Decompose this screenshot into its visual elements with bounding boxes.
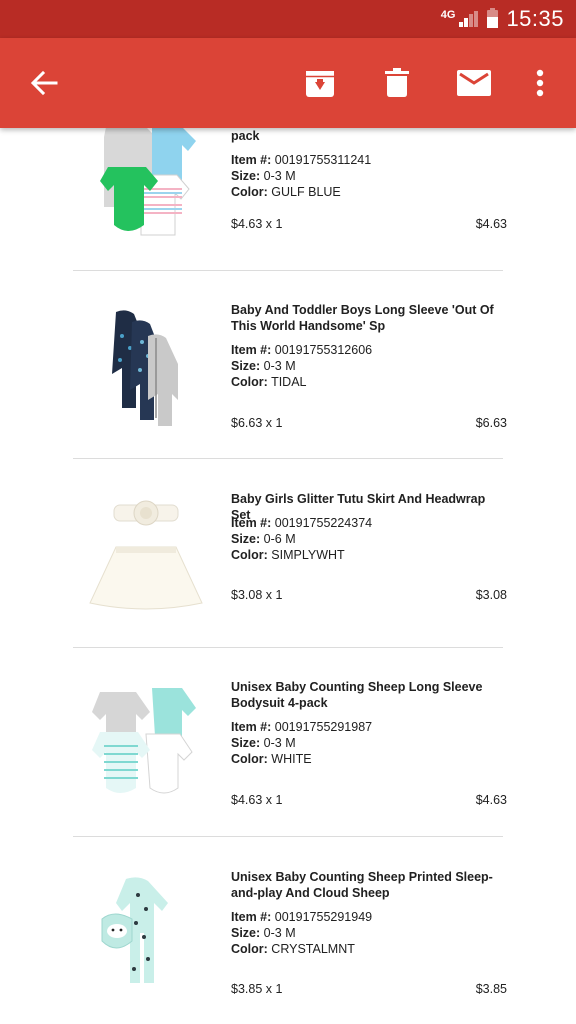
delete-icon[interactable] bbox=[370, 56, 424, 110]
product-name: Unisex Baby Counting Sheep Long Sleeve B… bbox=[231, 680, 483, 710]
unit-price: $4.63 x 1 bbox=[231, 793, 283, 807]
product-image bbox=[86, 684, 206, 804]
size-row: Size: 0-3 M bbox=[231, 736, 296, 750]
unit-price: $6.63 x 1 bbox=[231, 416, 283, 430]
archive-icon[interactable] bbox=[293, 56, 347, 110]
item-number-row: Item #: 00191755291987 bbox=[231, 720, 373, 734]
line-total: $3.08 bbox=[475, 588, 507, 602]
order-item: Unisex Baby Counting Sheep Printed Sleep… bbox=[0, 837, 576, 1024]
line-total: $6.63 bbox=[475, 416, 507, 430]
size-row: Size: 0-3 M bbox=[231, 926, 296, 940]
item-number-row: Item #: 00191755311241 bbox=[231, 153, 372, 167]
color-value: WHITE bbox=[271, 752, 312, 766]
product-image bbox=[86, 308, 206, 428]
item-number: 00191755312606 bbox=[274, 343, 373, 357]
price-row: $4.63 x 1 $4.63 bbox=[231, 793, 507, 807]
product-name: pack bbox=[231, 129, 260, 143]
back-arrow-icon[interactable] bbox=[17, 56, 71, 110]
size-row: Size: 0-6 M bbox=[231, 532, 296, 546]
product-image bbox=[86, 128, 206, 243]
product-image bbox=[86, 493, 206, 613]
price-row: $4.63 x 1 $4.63 bbox=[231, 217, 507, 231]
more-vert-icon[interactable] bbox=[513, 56, 567, 110]
item-number: 00191755291987 bbox=[274, 720, 373, 734]
price-row: $3.08 x 1 $3.08 bbox=[231, 588, 507, 602]
signal-icon bbox=[459, 11, 479, 27]
color-value: CRYSTALMNT bbox=[271, 942, 355, 956]
app-toolbar bbox=[0, 38, 576, 128]
color-row: Color: CRYSTALMNT bbox=[231, 942, 355, 956]
color-value: GULF BLUE bbox=[271, 185, 341, 199]
price-row: $6.63 x 1 $6.63 bbox=[231, 416, 507, 430]
order-item: Unisex Baby Counting Sheep Long Sleeve B… bbox=[0, 648, 576, 837]
line-total: $4.63 bbox=[475, 217, 507, 231]
line-total: $4.63 bbox=[475, 793, 507, 807]
item-number-row: Item #: 00191755312606 bbox=[231, 343, 373, 357]
order-item: Baby Girls Glitter Tutu Skirt And Headwr… bbox=[0, 459, 576, 648]
item-number: 00191755224374 bbox=[274, 516, 373, 530]
price-row: $3.85 x 1 $3.85 bbox=[231, 982, 507, 996]
color-row: Color: SIMPLYWHT bbox=[231, 548, 345, 562]
product-image bbox=[86, 875, 206, 995]
order-item: pack Item #: 00191755311241 Size: 0-3 M … bbox=[0, 128, 576, 271]
size-value: 0-3 M bbox=[263, 169, 296, 183]
color-value: TIDAL bbox=[271, 375, 307, 389]
color-row: Color: GULF BLUE bbox=[231, 185, 341, 199]
mail-icon[interactable] bbox=[447, 56, 501, 110]
size-row: Size: 0-3 M bbox=[231, 169, 296, 183]
order-item: Baby And Toddler Boys Long Sleeve 'Out O… bbox=[0, 270, 576, 459]
size-value: 0-3 M bbox=[263, 926, 296, 940]
network-type: 4G bbox=[440, 9, 456, 21]
status-bar: 4G 15:35 bbox=[0, 0, 576, 38]
battery-icon bbox=[487, 8, 499, 28]
product-name: Unisex Baby Counting Sheep Printed Sleep… bbox=[231, 870, 493, 900]
size-value: 0-3 M bbox=[263, 736, 296, 750]
line-total: $3.85 bbox=[475, 982, 507, 996]
item-number-row: Item #: 00191755291949 bbox=[231, 910, 373, 924]
product-name: Baby And Toddler Boys Long Sleeve 'Out O… bbox=[231, 303, 494, 333]
color-row: Color: WHITE bbox=[231, 752, 312, 766]
item-number: 00191755311241 bbox=[274, 153, 372, 167]
order-items-list[interactable]: pack Item #: 00191755311241 Size: 0-3 M … bbox=[0, 128, 576, 1024]
color-value: SIMPLYWHT bbox=[271, 548, 345, 562]
item-number: 00191755291949 bbox=[274, 910, 373, 924]
size-value: 0-3 M bbox=[263, 359, 296, 373]
color-row: Color: TIDAL bbox=[231, 375, 307, 389]
item-number-row: Item #: 00191755224374 bbox=[231, 516, 373, 530]
unit-price: $4.63 x 1 bbox=[231, 217, 283, 231]
size-row: Size: 0-3 M bbox=[231, 359, 296, 373]
unit-price: $3.08 x 1 bbox=[231, 588, 283, 602]
clock: 15:35 bbox=[506, 6, 564, 31]
unit-price: $3.85 x 1 bbox=[231, 982, 283, 996]
size-value: 0-6 M bbox=[263, 532, 296, 546]
